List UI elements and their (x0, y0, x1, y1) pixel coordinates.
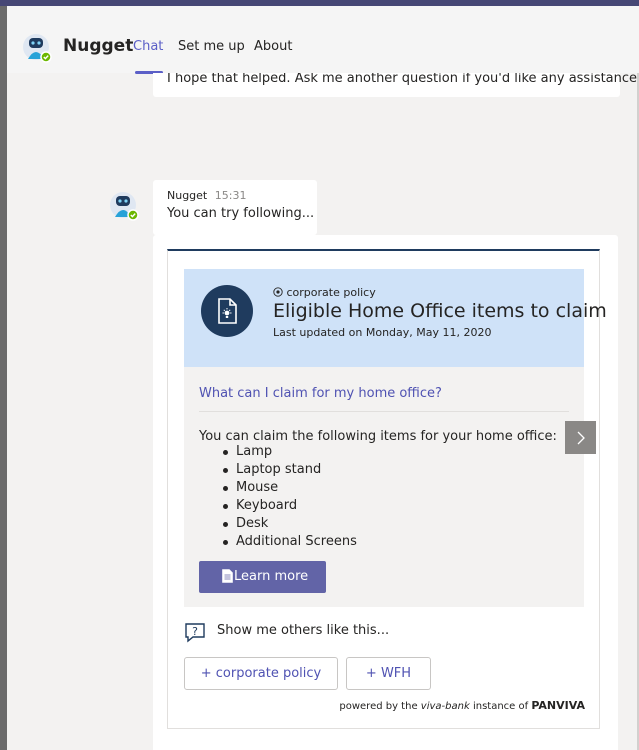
tab-set-me-up[interactable]: Set me up (178, 39, 245, 54)
message-text: You can try following... (167, 206, 315, 221)
bullet-icon (223, 540, 228, 545)
card-header: corporate policy Eligible Home Office it… (184, 269, 607, 367)
target-icon (273, 287, 283, 297)
message-sender: Nugget (167, 189, 208, 202)
powered-middle: instance of (472, 701, 529, 712)
chip-label: + corporate policy (200, 666, 322, 681)
show-others-label: Show me others like this... (217, 623, 390, 638)
list-item-label: Laptop stand (236, 462, 322, 477)
powered-prefix: powered by the (339, 701, 418, 712)
learn-more-button[interactable]: Learn more (199, 561, 326, 593)
chip-label: + WFH (365, 666, 412, 681)
adaptive-card-container: corporate policy Eligible Home Office it… (153, 235, 618, 750)
powered-instance: viva-bank (420, 701, 470, 712)
card-question: What can I claim for my home office? (199, 386, 442, 401)
previous-message: I hope that helped. Ask me another quest… (153, 73, 639, 97)
tab-chat[interactable]: Chat (133, 39, 163, 54)
chat-pane[interactable]: I hope that helped. Ask me another quest… (7, 73, 639, 750)
list-item: Desk (223, 515, 357, 533)
list-item-label: Lamp (236, 444, 273, 459)
bullet-icon (223, 468, 228, 473)
powered-by: powered by the viva-bank instance of PAN… (339, 699, 585, 712)
left-edge (0, 6, 7, 750)
card-title: Eligible Home Office items to claim (273, 300, 607, 322)
card-icon-circle (201, 285, 253, 337)
svg-text:?: ? (192, 625, 198, 638)
carousel-next-button[interactable] (565, 421, 596, 454)
list-item-label: Keyboard (236, 498, 298, 513)
bot-name: Nugget (63, 36, 134, 56)
message-time: 15:31 (214, 189, 247, 202)
bullet-icon (223, 450, 228, 455)
chevron-right-icon (577, 431, 585, 444)
claim-item-list: Lamp Laptop stand Mouse Keyboard Desk Ad… (223, 443, 357, 551)
card-updated: Last updated on Monday, May 11, 2020 (273, 326, 492, 339)
list-item: Mouse (223, 479, 357, 497)
divider (199, 411, 569, 412)
message-meta: Nugget 15:31 (167, 189, 317, 202)
policy-tag-label: corporate policy (286, 286, 376, 299)
tab-about[interactable]: About (254, 39, 292, 54)
bullet-icon (223, 486, 228, 491)
policy-card: corporate policy Eligible Home Office it… (167, 249, 607, 729)
previous-message-text: I hope that helped. Ask me another quest… (167, 73, 639, 86)
list-item: Laptop stand (223, 461, 357, 479)
policy-tag: corporate policy (273, 286, 376, 299)
list-item: Additional Screens (223, 533, 357, 551)
learn-more-label: Learn more (234, 569, 309, 584)
card-intro: You can claim the following items for yo… (199, 429, 557, 444)
document-icon (222, 569, 233, 583)
bullet-icon (223, 522, 228, 527)
powered-brand: PANVIVA (531, 699, 585, 712)
card-body: What can I claim for my home office? You… (184, 367, 584, 607)
list-item: Keyboard (223, 497, 357, 515)
bot-message: Nugget 15:31 You can try following... (153, 180, 317, 235)
question-bubble-icon: ? (185, 623, 205, 643)
list-item-label: Mouse (236, 480, 279, 495)
robot-avatar-icon[interactable] (22, 33, 52, 63)
list-item-label: Desk (236, 516, 269, 531)
app-header: Nugget Chat Set me up About (7, 6, 639, 74)
document-lightbulb-icon (218, 298, 237, 324)
chip-wfh[interactable]: + WFH (346, 657, 431, 690)
robot-avatar-icon (110, 192, 139, 221)
chip-corporate-policy[interactable]: + corporate policy (184, 657, 338, 690)
list-item-label: Additional Screens (236, 534, 357, 549)
list-item: Lamp (223, 443, 357, 461)
bullet-icon (223, 504, 228, 509)
